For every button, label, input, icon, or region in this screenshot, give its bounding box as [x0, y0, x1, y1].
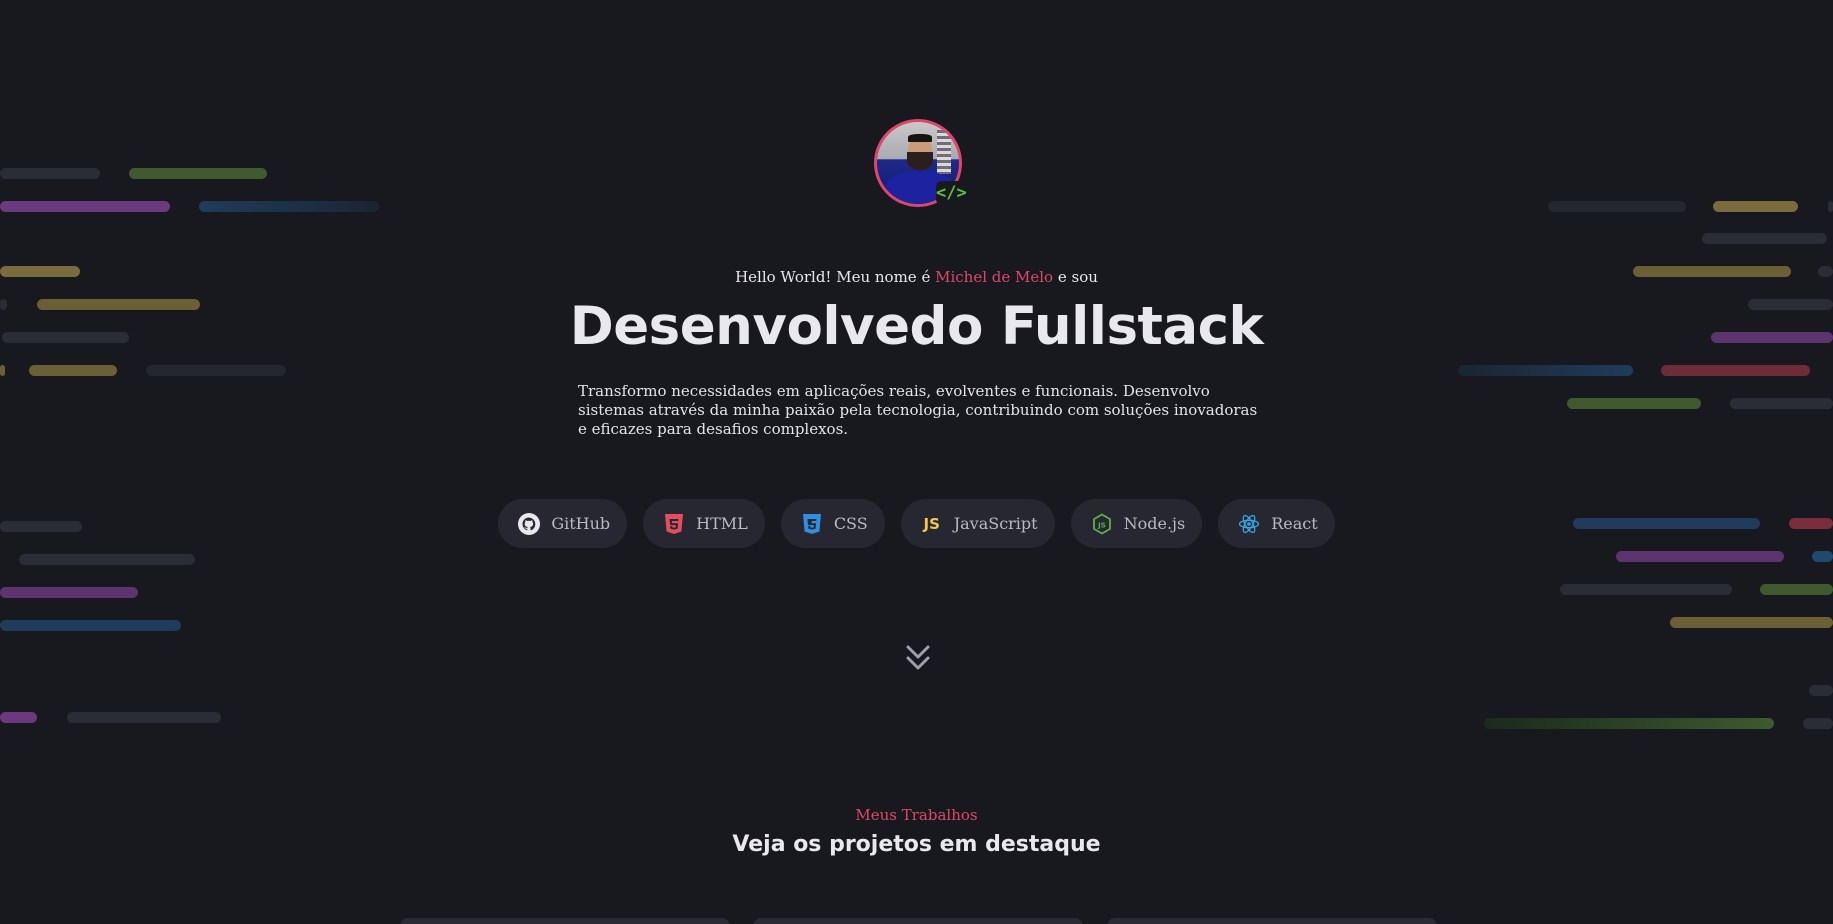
tech-label: GitHub: [551, 514, 611, 533]
greeting-suffix: e sou: [1057, 268, 1098, 286]
javascript-icon: JS: [923, 514, 940, 533]
portfolio-page: </> Hello World! Meu nome é Michel de Me…: [0, 0, 1833, 924]
double-chevron-down-icon[interactable]: [904, 643, 932, 673]
hero-greeting: Hello World! Meu nome é Michel de Melo e…: [0, 268, 1833, 286]
tech-label: JavaScript: [953, 514, 1038, 533]
project-card[interactable]: [1107, 918, 1437, 924]
nodejs-icon: JS: [1090, 512, 1114, 536]
tech-chip-github[interactable]: GitHub: [498, 499, 628, 548]
section-title: Veja os projetos em destaque: [732, 832, 1101, 857]
tech-chip-react[interactable]: React: [1218, 499, 1335, 548]
html5-icon: [662, 512, 686, 536]
developer-name: Michel de Melo: [935, 268, 1054, 286]
project-card[interactable]: [753, 918, 1083, 924]
hero-description: Transformo necessidades em aplicações re…: [578, 382, 1258, 438]
css3-icon: [800, 512, 824, 536]
tech-list: GitHub HTML CSS JS JavaScript JS Node.js: [0, 499, 1833, 548]
tech-label: CSS: [833, 514, 868, 533]
github-icon: [517, 512, 541, 536]
profile-avatar: </>: [874, 119, 967, 207]
tech-label: Node.js: [1123, 514, 1186, 533]
tech-chip-javascript[interactable]: JS JavaScript: [900, 499, 1055, 548]
svg-text:JS: JS: [1097, 521, 1106, 529]
greeting-prefix: Hello World! Meu nome é: [735, 268, 931, 286]
tech-label: React: [1271, 514, 1318, 533]
tech-chip-css[interactable]: CSS: [780, 499, 885, 548]
tech-chip-html[interactable]: HTML: [643, 499, 765, 548]
tech-chip-nodejs[interactable]: JS Node.js: [1070, 499, 1203, 548]
hero-title: Desenvolvedo Fullstack: [569, 296, 1264, 357]
section-kicker: Meus Trabalhos: [855, 806, 978, 824]
tech-label: HTML: [696, 514, 748, 533]
react-icon: [1237, 512, 1261, 536]
project-card[interactable]: [400, 918, 730, 924]
code-icon: </>: [936, 181, 967, 205]
